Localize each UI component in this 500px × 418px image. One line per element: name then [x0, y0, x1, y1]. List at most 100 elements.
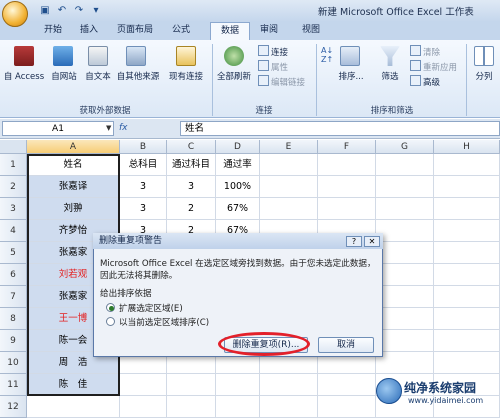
cell[interactable]	[434, 176, 500, 198]
row-header[interactable]: 12	[0, 396, 27, 418]
expand-selection-label[interactable]: 扩展选定区域(E)	[119, 302, 183, 314]
cell[interactable]	[434, 286, 500, 308]
cell[interactable]	[434, 154, 500, 176]
name-box-dropdown-icon[interactable]: ▼	[106, 121, 114, 136]
cell[interactable]: 3	[120, 198, 167, 220]
row-header[interactable]: 9	[0, 330, 27, 352]
cell[interactable]	[434, 220, 500, 242]
refresh-all-button[interactable]: 全部刷新	[214, 70, 254, 82]
formula-input[interactable]: 姓名	[180, 121, 500, 136]
select-all-corner[interactable]	[0, 140, 27, 154]
cell[interactable]	[120, 396, 167, 418]
cell[interactable]: 67%	[216, 198, 260, 220]
save-icon[interactable]: ▣	[38, 4, 52, 18]
advanced-button[interactable]: 高级	[410, 75, 440, 88]
tab-page-layout[interactable]: 页面布局	[112, 22, 158, 40]
cell[interactable]	[167, 374, 216, 396]
close-button[interactable]: ✕	[364, 236, 380, 247]
cell[interactable]	[318, 198, 376, 220]
row-header[interactable]: 7	[0, 286, 27, 308]
clear-button[interactable]: 清除	[410, 45, 440, 58]
column-header-e[interactable]: E	[260, 140, 318, 154]
cell[interactable]	[216, 396, 260, 418]
edit-links-button[interactable]: 编辑链接	[258, 75, 305, 88]
row-header[interactable]: 11	[0, 374, 27, 396]
from-access-button[interactable]: 自 Access	[2, 70, 46, 82]
column-header-a[interactable]: A	[27, 140, 120, 154]
row-header[interactable]: 2	[0, 176, 27, 198]
tab-insert[interactable]: 插入	[74, 22, 104, 40]
help-button[interactable]: ?	[346, 236, 362, 247]
name-box[interactable]: A1	[2, 121, 114, 136]
cell[interactable]	[260, 198, 318, 220]
cell[interactable]	[376, 264, 434, 286]
column-header-b[interactable]: B	[120, 140, 167, 154]
cell[interactable]	[260, 176, 318, 198]
cell[interactable]: 100%	[216, 176, 260, 198]
from-web-button[interactable]: 自网站	[46, 70, 82, 82]
cell[interactable]: 总科目	[120, 154, 167, 176]
cell[interactable]	[167, 396, 216, 418]
cell[interactable]: 3	[167, 176, 216, 198]
row-header[interactable]: 3	[0, 198, 27, 220]
cell[interactable]	[376, 286, 434, 308]
cell[interactable]	[260, 396, 318, 418]
cell[interactable]: 通过科目	[167, 154, 216, 176]
cell[interactable]	[216, 374, 260, 396]
from-other-sources-button[interactable]: 自其他来源	[114, 70, 162, 82]
row-header[interactable]: 10	[0, 352, 27, 374]
cell[interactable]	[434, 330, 500, 352]
cell[interactable]	[376, 176, 434, 198]
tab-home[interactable]: 开始	[38, 22, 68, 40]
cancel-button[interactable]: 取消	[318, 337, 374, 353]
from-text-button[interactable]: 自文本	[80, 70, 116, 82]
cell[interactable]	[260, 374, 318, 396]
expand-selection-radio[interactable]	[106, 303, 115, 312]
reapply-button[interactable]: 重新应用	[410, 60, 457, 73]
redo-icon[interactable]: ↷	[72, 4, 86, 18]
sort-az-icon[interactable]: A↓ Z↑	[321, 46, 333, 64]
connections-button[interactable]: 连接	[258, 45, 288, 58]
cell[interactable]: 2	[167, 198, 216, 220]
column-header-g[interactable]: G	[376, 140, 434, 154]
sort-button[interactable]: 排序...	[336, 70, 366, 82]
cell[interactable]	[318, 176, 376, 198]
customize-quick-access-icon[interactable]: ▾	[89, 4, 103, 18]
column-header-h[interactable]: H	[434, 140, 500, 154]
cell[interactable]	[376, 330, 434, 352]
tab-view[interactable]: 视图	[296, 22, 326, 40]
cell[interactable]	[318, 396, 376, 418]
cell[interactable]	[120, 374, 167, 396]
cell[interactable]	[27, 396, 120, 418]
cell[interactable]	[376, 220, 434, 242]
office-button[interactable]	[2, 1, 28, 27]
cell[interactable]: 通过率	[216, 154, 260, 176]
column-header-d[interactable]: D	[216, 140, 260, 154]
current-selection-radio[interactable]	[106, 317, 115, 326]
filter-button[interactable]: 筛选	[372, 70, 408, 82]
row-header[interactable]: 8	[0, 308, 27, 330]
row-header[interactable]: 1	[0, 154, 27, 176]
tab-data[interactable]: 数据	[210, 22, 250, 40]
text-to-columns-button[interactable]: 分列	[470, 70, 498, 82]
cell[interactable]	[318, 154, 376, 176]
cell[interactable]	[376, 198, 434, 220]
row-header[interactable]: 6	[0, 264, 27, 286]
cell[interactable]	[376, 308, 434, 330]
existing-connections-button[interactable]: 现有连接	[164, 70, 208, 82]
cell[interactable]	[434, 308, 500, 330]
cell[interactable]	[376, 242, 434, 264]
properties-button[interactable]: 属性	[258, 60, 288, 73]
cell[interactable]	[434, 352, 500, 374]
tab-review[interactable]: 审阅	[254, 22, 284, 40]
undo-icon[interactable]: ↶	[55, 4, 69, 18]
current-selection-label[interactable]: 以当前选定区域排序(C)	[119, 316, 209, 328]
cell[interactable]	[318, 374, 376, 396]
cell[interactable]	[260, 154, 318, 176]
insert-function-button[interactable]: fx	[119, 121, 159, 136]
cell[interactable]	[376, 154, 434, 176]
cell[interactable]: 3	[120, 176, 167, 198]
cell[interactable]	[434, 264, 500, 286]
row-header[interactable]: 5	[0, 242, 27, 264]
cell[interactable]	[376, 352, 434, 374]
